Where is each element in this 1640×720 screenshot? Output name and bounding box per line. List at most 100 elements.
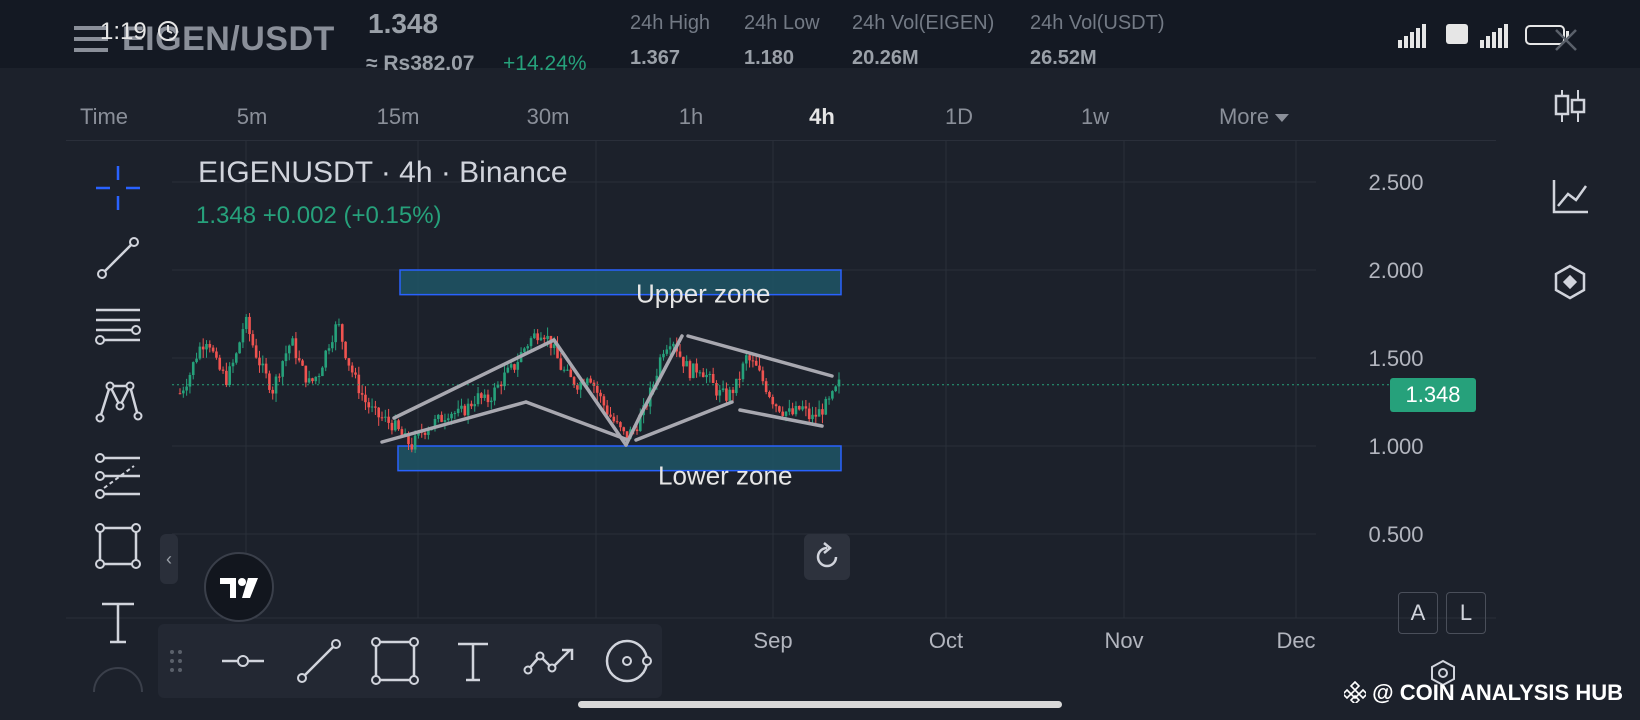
local-price: ≈ Rs382.07 — [366, 52, 475, 75]
candle — [609, 414, 612, 417]
candle — [731, 389, 735, 394]
candle — [509, 364, 513, 368]
more-tools-icon[interactable] — [90, 664, 146, 720]
tab-30m[interactable]: 30m — [527, 104, 570, 130]
tab-5m[interactable]: 5m — [237, 104, 268, 130]
stat-value: 1.367 — [630, 47, 681, 69]
text-tool-icon[interactable] — [90, 594, 146, 650]
stat-24h-vol-base: 24h Vol(EIGEN) 20.26M — [852, 12, 994, 70]
tab-1h[interactable]: 1h — [679, 104, 703, 130]
horizontal-ray-icon[interactable] — [218, 636, 268, 686]
candle — [586, 378, 589, 384]
candle — [728, 389, 732, 401]
candle — [751, 360, 755, 362]
candle — [516, 362, 520, 370]
tab-time[interactable]: Time — [80, 104, 128, 130]
candlestick-type-icon[interactable] — [1550, 86, 1590, 126]
fib-retracement-icon[interactable] — [90, 300, 146, 356]
candle — [314, 376, 318, 382]
candle — [771, 396, 775, 405]
chart-legend-title: EIGENUSDT · 4h · Binance — [198, 156, 568, 189]
candle — [665, 349, 669, 354]
drag-handle-icon[interactable] — [164, 636, 188, 686]
rectangle-icon[interactable] — [90, 518, 146, 574]
candle — [201, 346, 205, 350]
candle — [761, 370, 765, 382]
indicators-icon[interactable] — [1550, 176, 1590, 216]
candle — [476, 393, 480, 405]
tab-1d[interactable]: 1D — [945, 104, 973, 130]
candle — [483, 394, 486, 398]
candle — [748, 355, 751, 361]
candle — [513, 364, 516, 370]
candle — [804, 406, 808, 409]
candle — [301, 360, 304, 366]
candle — [807, 408, 811, 420]
auto-scale-button[interactable]: A — [1398, 592, 1438, 634]
trend-line-icon[interactable] — [294, 636, 344, 686]
candle — [768, 391, 771, 397]
binance-logo-icon — [1341, 680, 1369, 706]
tab-15m[interactable]: 15m — [377, 104, 420, 130]
trend-line-icon[interactable] — [90, 230, 146, 286]
timeframe-bar: Time 5m 15m 30m 1h 4h 1D 1w More — [66, 98, 1496, 141]
candle — [205, 344, 208, 350]
candle — [453, 413, 457, 415]
candles — [172, 313, 1396, 454]
log-scale-button[interactable]: L — [1446, 592, 1486, 634]
candle — [450, 413, 453, 419]
candle — [218, 357, 222, 370]
crosshair-icon[interactable] — [90, 160, 146, 216]
candle — [261, 363, 265, 366]
candle — [188, 374, 192, 387]
candle — [619, 422, 622, 428]
candle — [264, 363, 268, 374]
candle — [248, 316, 251, 335]
candle — [211, 347, 215, 352]
candle — [678, 351, 682, 357]
candle — [529, 338, 533, 347]
x-tick-label: Oct — [929, 628, 963, 653]
y-tick-label: 2.000 — [1368, 258, 1423, 283]
reset-chart-button[interactable] — [804, 534, 850, 580]
rectangle-icon[interactable] — [370, 636, 420, 686]
prediction-tool-icon[interactable] — [90, 448, 146, 504]
candle — [234, 353, 238, 363]
candle — [191, 362, 195, 375]
text-tool-icon[interactable] — [448, 636, 498, 686]
candle — [350, 365, 354, 373]
candle — [559, 358, 563, 370]
candle — [254, 345, 258, 358]
candle — [691, 363, 695, 379]
collapse-toolbar-button[interactable]: ‹ — [160, 534, 178, 584]
tradingview-logo-icon — [220, 578, 258, 598]
candle — [324, 350, 328, 368]
signal-icon — [1398, 24, 1426, 48]
tab-4h[interactable]: 4h — [809, 104, 835, 130]
pattern-tool-icon[interactable] — [90, 372, 146, 428]
candle — [493, 387, 496, 401]
candle — [331, 342, 334, 349]
candle — [178, 393, 182, 395]
candle — [357, 374, 361, 394]
candle — [672, 343, 675, 347]
floating-drawing-toolbar — [158, 624, 662, 698]
stat-24h-low: 24h Low 1.180 — [744, 12, 820, 70]
candle — [526, 346, 530, 349]
candle — [615, 421, 619, 423]
settings-hexagon-icon[interactable] — [1550, 262, 1590, 302]
tab-more[interactable]: More — [1219, 104, 1290, 130]
candle — [297, 358, 301, 361]
tab-1w[interactable]: 1w — [1081, 104, 1109, 130]
x-tick-label: Nov — [1104, 628, 1143, 653]
candle — [384, 416, 387, 418]
refresh-icon — [816, 542, 838, 568]
candle — [294, 338, 298, 359]
candle — [503, 372, 506, 387]
path-tool-icon[interactable] — [522, 636, 578, 686]
ellipse-tool-icon[interactable] — [602, 636, 652, 686]
candle — [480, 393, 483, 398]
zone-label: Lower zone — [658, 461, 792, 491]
candle — [788, 408, 791, 412]
close-icon[interactable] — [1552, 26, 1580, 54]
